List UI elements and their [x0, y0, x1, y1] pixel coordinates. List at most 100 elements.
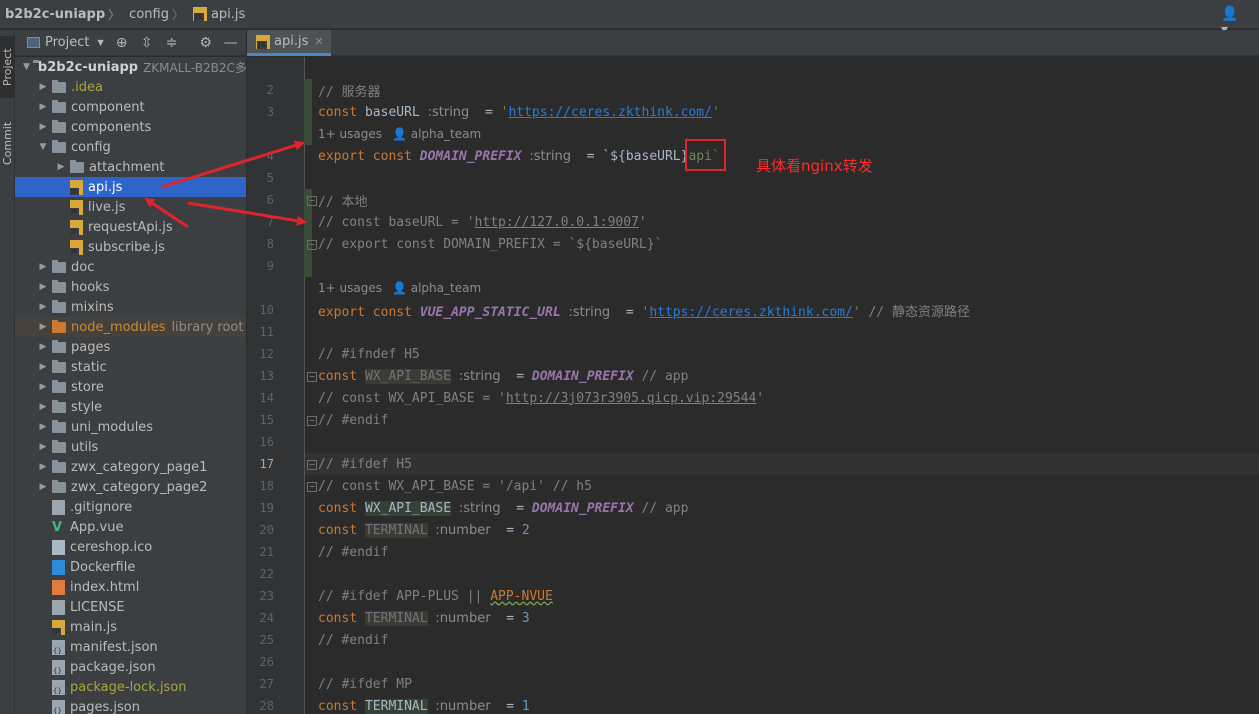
code-keyword: export	[318, 304, 365, 320]
line-number: 8	[266, 237, 274, 251]
code-url[interactable]: http://3j073r3905.qicp.vip:29544	[506, 391, 756, 406]
fold-icon[interactable]: −	[307, 482, 317, 492]
close-icon[interactable]: ✕	[314, 35, 323, 48]
tree-item[interactable]: LICENSE	[15, 597, 246, 617]
tree-item[interactable]: package.json	[15, 657, 246, 677]
tree-item-label: node_modules	[71, 319, 166, 335]
tree-item[interactable]: cereshop.ico	[15, 537, 246, 557]
tab-api-js[interactable]: api.js ✕	[247, 30, 331, 56]
fold-icon[interactable]: −	[307, 416, 317, 426]
code-operator: =	[484, 104, 493, 120]
chevron-right-icon[interactable]: ▶	[37, 282, 49, 292]
code-operator: =	[586, 148, 595, 164]
breadcrumb-folder[interactable]: config 〉	[124, 0, 188, 29]
tree-item[interactable]: ▶ component	[15, 97, 246, 117]
tree-item[interactable]: Dockerfile	[15, 557, 246, 577]
tree-item[interactable]: index.html	[15, 577, 246, 597]
tree-item[interactable]: V App.vue	[15, 517, 246, 537]
chevron-right-icon[interactable]: ▶	[37, 422, 49, 432]
tree-item-label: api.js	[88, 179, 123, 195]
tree-item[interactable]: pages.json	[15, 697, 246, 714]
commit-tool-tab[interactable]: Commit	[0, 112, 15, 174]
chevron-right-icon[interactable]: ▶	[37, 342, 49, 352]
chevron-right-icon[interactable]: ▶	[37, 82, 49, 92]
tree-item[interactable]: ▶ store	[15, 377, 246, 397]
tree-item[interactable]: subscribe.js	[15, 237, 246, 257]
user-account-icon[interactable]: 👤▾	[1221, 6, 1241, 38]
fold-icon[interactable]: −	[307, 372, 317, 382]
tree-item-label: main.js	[70, 619, 117, 635]
tree-item[interactable]: ▶ pages	[15, 337, 246, 357]
tree-item-label: utils	[71, 439, 99, 455]
chevron-right-icon[interactable]: ▶	[37, 122, 49, 132]
chevron-right-icon[interactable]: ▶	[37, 322, 49, 332]
tree-item[interactable]: .gitignore	[15, 497, 246, 517]
gear-icon[interactable]: ⚙	[199, 35, 213, 51]
fold-icon[interactable]: −	[307, 240, 317, 250]
project-panel-header: Project ▼ ⊕ ⇳ ≑ ⚙ —	[15, 30, 246, 56]
tree-item[interactable]: ▶ mixins	[15, 297, 246, 317]
locate-file-icon[interactable]: ⊕	[115, 35, 129, 51]
chevron-right-icon[interactable]: ▶	[37, 442, 49, 452]
code-line: const TERMINAL :number = 3	[305, 607, 1259, 629]
code-line: export const VUE_APP_STATIC_URL :string …	[305, 299, 1259, 321]
tree-item[interactable]: requestApi.js	[15, 217, 246, 237]
code-comment: // #endif	[318, 412, 389, 428]
tree-item-label: package.json	[70, 659, 156, 675]
collapse-all-icon[interactable]: ≑	[165, 35, 179, 51]
tree-item[interactable]: ▶ utils	[15, 437, 246, 457]
tree-item[interactable]: ▶ zwx_category_page1	[15, 457, 246, 477]
tree-item[interactable]: ▶ doc	[15, 257, 246, 277]
chevron-right-icon[interactable]: ▶	[37, 382, 49, 392]
tree-item[interactable]: ▶ attachment	[15, 157, 246, 177]
vcs-change-marker[interactable]	[304, 79, 312, 145]
chevron-right-icon[interactable]: ▶	[37, 462, 49, 472]
usage-hint[interactable]: 1+ usages 👤 alpha_team	[318, 281, 481, 295]
chevron-right-icon[interactable]: ▶	[37, 482, 49, 492]
breadcrumb-file[interactable]: api.js	[188, 0, 245, 29]
expand-all-icon[interactable]: ⇳	[140, 35, 154, 51]
tree-item[interactable]: ▶ uni_modules	[15, 417, 246, 437]
tree-item[interactable]: package-lock.json	[15, 677, 246, 697]
breadcrumb-project[interactable]: b2b2c-uniapp 〉	[0, 0, 124, 29]
code-url[interactable]: http://127.0.0.1:9007	[475, 215, 639, 230]
tree-item-label: attachment	[89, 159, 165, 175]
tree-item[interactable]: ▶ static	[15, 357, 246, 377]
code-identifier: TERMINAL	[364, 522, 428, 538]
tree-item[interactable]: main.js	[15, 617, 246, 637]
code-operator: =	[516, 368, 525, 384]
chevron-down-icon[interactable]: ▼	[37, 142, 49, 152]
code-keyword: const	[372, 304, 412, 320]
tree-item[interactable]: ▶ zwx_category_page2	[15, 477, 246, 497]
code-url[interactable]: https://ceres.zkthink.com/	[508, 105, 712, 120]
chevron-right-icon[interactable]: ▶	[37, 262, 49, 272]
tree-item[interactable]: ▶ .idea	[15, 77, 246, 97]
project-tool-tab[interactable]: Project	[0, 36, 15, 98]
project-panel-title[interactable]: Project	[45, 35, 89, 50]
code-line: // const baseURL = 'http://127.0.0.1:900…	[305, 211, 1259, 233]
usage-hint[interactable]: 1+ usages 👤 alpha_team	[318, 127, 481, 141]
tree-item[interactable]: ▶ style	[15, 397, 246, 417]
chevron-right-icon[interactable]: ▶	[37, 102, 49, 112]
code-url[interactable]: https://ceres.zkthink.com/	[649, 305, 853, 320]
tree-item[interactable]: api.js	[15, 177, 246, 197]
chevron-down-icon[interactable]: ▼	[23, 62, 30, 72]
tree-item[interactable]: ▶ components	[15, 117, 246, 137]
tree-root[interactable]: ▼ b2b2c-uniapp ZKMALL-B2B2C多商户-Uniapp用户端…	[15, 57, 246, 77]
line-number: 15	[259, 413, 274, 427]
tree-item[interactable]: ▼ config	[15, 137, 246, 157]
fold-icon[interactable]: −	[307, 460, 317, 470]
chevron-right-icon[interactable]: ▶	[37, 362, 49, 372]
tree-item[interactable]: ▶ node_modules library root	[15, 317, 246, 337]
chevron-right-icon[interactable]: ▶	[55, 162, 67, 172]
code-identifier: WX_API_BASE	[364, 368, 452, 384]
tree-item[interactable]: manifest.json	[15, 637, 246, 657]
chevron-down-icon[interactable]: ▼	[97, 38, 103, 47]
chevron-right-icon[interactable]: ▶	[37, 302, 49, 312]
tree-item[interactable]: ▶ hooks	[15, 277, 246, 297]
chevron-right-icon[interactable]: ▶	[37, 402, 49, 412]
fold-icon[interactable]: −	[307, 196, 317, 206]
tree-item[interactable]: live.js	[15, 197, 246, 217]
hide-panel-icon[interactable]: —	[224, 35, 238, 51]
breadcrumb-project-label: b2b2c-uniapp	[5, 6, 106, 22]
